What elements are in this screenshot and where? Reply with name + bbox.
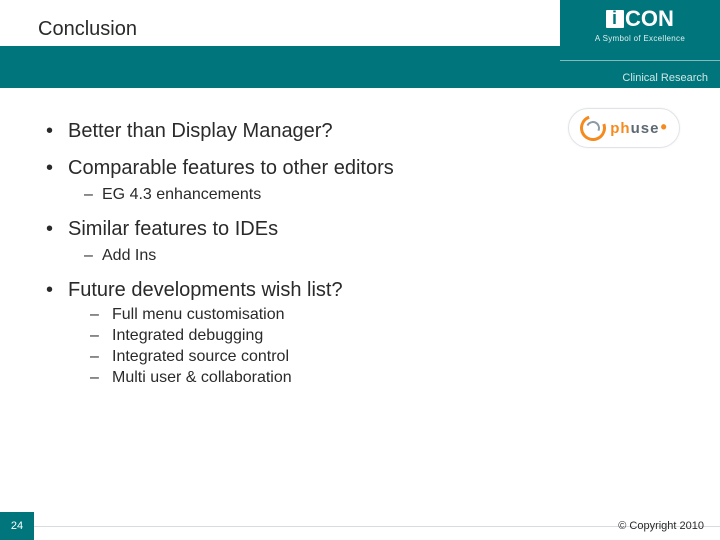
- slide: Conclusion CON A Symbol of Excellence Cl…: [0, 0, 720, 540]
- slide-content: Better than Display Manager? Comparable …: [48, 120, 680, 401]
- sub-bullet-text: Multi user & collaboration: [112, 369, 292, 386]
- sub-bullet-text: EG 4.3 enhancements: [102, 186, 261, 203]
- sub-bullet-text: Add Ins: [102, 247, 156, 264]
- list-item: Integrated debugging: [90, 327, 680, 345]
- sub-bullet-text: Integrated debugging: [112, 327, 263, 344]
- slide-footer: 24 © Copyright 2010: [0, 510, 720, 540]
- brand-logo-tagline: A Symbol of Excellence: [570, 34, 710, 43]
- list-item: Similar features to IDEs Add Ins: [48, 218, 680, 265]
- brand-divider: [560, 60, 720, 61]
- brand-logo-text: CON: [625, 6, 674, 31]
- sub-list: Add Ins: [84, 247, 680, 265]
- list-item: Full menu customisation: [90, 306, 680, 324]
- list-item: Comparable features to other editors EG …: [48, 157, 680, 204]
- list-item: Add Ins: [84, 247, 680, 265]
- list-item: Integrated source control: [90, 348, 680, 366]
- list-item: Better than Display Manager?: [48, 120, 680, 143]
- page-number: 24: [0, 512, 34, 540]
- bullet-list: Better than Display Manager? Comparable …: [48, 120, 680, 387]
- sub-list: Full menu customisation Integrated debug…: [90, 306, 680, 387]
- sub-bullet-text: Integrated source control: [112, 348, 289, 365]
- brand-logo: CON A Symbol of Excellence Clinical Rese…: [560, 0, 720, 88]
- icon-logo-icon: CON: [606, 6, 674, 31]
- list-item: Future developments wish list? Full menu…: [48, 279, 680, 387]
- list-item: EG 4.3 enhancements: [84, 186, 680, 204]
- brand-logo-sub: Clinical Research: [622, 72, 708, 84]
- bullet-text: Future developments wish list?: [66, 279, 343, 301]
- footer-divider: [34, 526, 720, 527]
- copyright-text: © Copyright 2010: [618, 520, 704, 532]
- sub-bullet-text: Full menu customisation: [112, 306, 285, 323]
- list-item: Multi user & collaboration: [90, 369, 680, 387]
- brand-logo-main: CON A Symbol of Excellence: [570, 6, 710, 43]
- slide-header: Conclusion CON A Symbol of Excellence Cl…: [0, 0, 720, 88]
- bullet-text: Comparable features to other editors: [66, 157, 394, 179]
- bullet-text: Better than Display Manager?: [66, 120, 333, 142]
- sub-list: EG 4.3 enhancements: [84, 186, 680, 204]
- bullet-text: Similar features to IDEs: [66, 218, 278, 240]
